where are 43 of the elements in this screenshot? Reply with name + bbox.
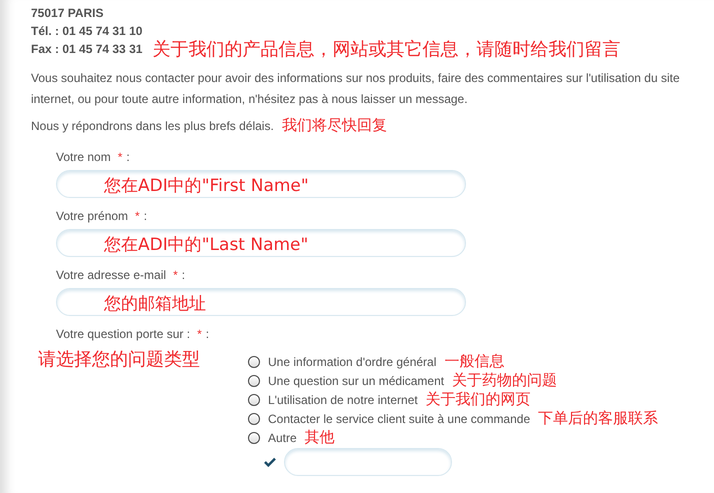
fax-number: Fax : 01 45 74 33 31 [31,41,142,58]
annotation: 我们将尽快回复 [282,116,387,135]
option-label[interactable]: Une information d'ordre général [268,354,436,368]
input-field[interactable] [56,229,466,257]
annotation: 关于药物的问题 [452,371,558,390]
annotation: 您在ADI中的"Last Name" [104,234,308,256]
annotation: 下单后的客服联系 [538,409,658,428]
phone-number: Tél. : 01 45 74 31 10 [31,23,144,40]
annotation: 关于我们的产品信息，网站或其它信息，请随时给我们留言 [152,38,620,61]
input-field[interactable] [56,170,466,198]
input-field[interactable] [284,448,452,476]
address-line: 75017 PARIS [31,5,104,22]
label-colon: : [182,267,186,283]
input-field[interactable] [56,288,466,316]
label-colon: : [126,149,130,165]
checkmark-icon [264,457,276,467]
annotation: 关于我们的网页 [426,390,531,409]
annotation: 请选择您的问题类型 [38,349,200,370]
radio-button[interactable] [248,394,260,406]
required-mark: * [118,149,122,165]
label-colon: : [144,208,148,224]
option-label[interactable]: L'utilisation de notre internet [268,392,418,406]
option-label[interactable]: Une question sur un médicament [268,374,444,388]
label-colon: : [206,326,210,342]
field-label: Votre adresse e-mail [56,267,166,283]
annotation: 其他 [304,428,335,447]
field-label: Votre question porte sur : [56,326,190,342]
option-label[interactable]: Contacter le service client suite à une commande [268,412,530,426]
reply-text: Nous y répondrons dans les plus brefs délais. [31,118,274,132]
annotation: 一般信息 [444,352,504,371]
field-label: Votre prénom [56,208,128,224]
radio-button[interactable] [248,374,260,386]
radio-button[interactable] [248,356,260,368]
field-label: Votre nom [56,149,111,165]
intro-paragraph: Vous souhaitez nous contacter pour avoir des informations sur nos produits, faire des commentaires sur l'utilisation du site internet, ou pour toute autre information, n'hésitez pas à nous laisser un message. [31,70,681,108]
required-mark: * [135,208,140,224]
annotation: 您在ADI中的"First Name" [104,175,309,197]
required-mark: * [197,326,202,342]
annotation: 您的邮箱地址 [104,293,206,315]
option-label[interactable]: Autre [268,430,297,444]
required-mark: * [173,267,178,283]
radio-button[interactable] [248,412,260,424]
radio-button[interactable] [248,432,260,444]
